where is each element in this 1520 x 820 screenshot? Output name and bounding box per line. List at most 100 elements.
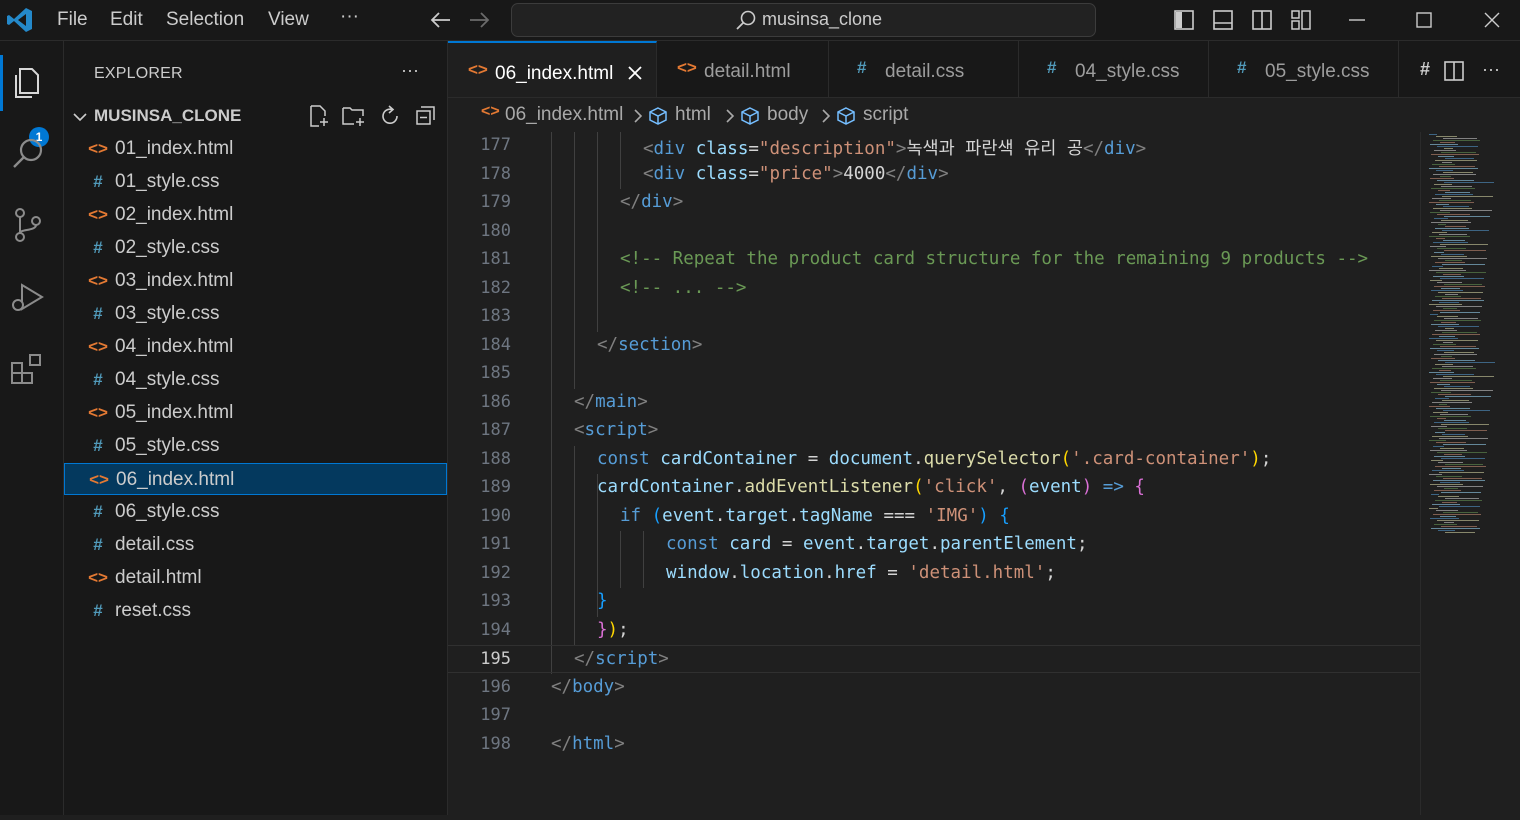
file-item[interactable]: #05_style.css [64, 430, 447, 462]
minimize-icon[interactable] [1347, 10, 1367, 30]
tab-04-style-css[interactable]: #04_style.css [1019, 41, 1209, 97]
code-line[interactable]: 193} [448, 588, 1420, 616]
menu-file[interactable]: File [57, 9, 88, 31]
editor-more-button[interactable]: ··· [1482, 59, 1500, 80]
code-token: parentElement [939, 534, 1077, 554]
code-token: . [733, 477, 745, 497]
file-item[interactable]: # reset.css [64, 595, 447, 627]
collapse-all-icon[interactable] [414, 104, 438, 128]
search-icon[interactable] [8, 133, 48, 173]
code-token: 'IMG' [925, 505, 979, 526]
code-line[interactable]: 192 window.location.href = 'detail.html'; [448, 560, 1420, 588]
explorer-sidebar: EXPLORER ··· MUSINSA_CLONE <> 01_index.ht… [64, 41, 448, 815]
minimap-line [1429, 270, 1466, 271]
file-item[interactable]: #06_style.css [64, 496, 447, 528]
code-line[interactable]: 197 [448, 702, 1420, 730]
code-line[interactable]: 179 </div> [448, 189, 1420, 217]
new-folder-icon[interactable] [341, 104, 367, 128]
customize-layout-icon[interactable] [1290, 9, 1312, 31]
code-line[interactable]: 178 <div class="price">4000</div> [448, 161, 1420, 189]
code-line[interactable]: 196 </body> [448, 674, 1420, 702]
close-tab-icon[interactable] [626, 64, 644, 82]
code-line[interactable]: 191 const card = event.target.parentEleme… [448, 531, 1420, 559]
breadcrumb-item[interactable]: html [675, 104, 711, 126]
file-item[interactable]: <> 04_index.html [64, 331, 447, 363]
project-folder-name[interactable]: MUSINSA_CLONE [94, 106, 241, 126]
minimap-line [1444, 522, 1454, 523]
tab-detail-html[interactable]: <> detail.html [657, 41, 829, 97]
tab-detail-css[interactable]: # detail.css [829, 41, 1019, 97]
tab-06-index-html[interactable]: <> 06_index.html [448, 41, 657, 97]
toggle-secondary-sidebar-icon[interactable] [1251, 9, 1273, 31]
code-line[interactable]: 181 <!-- Repeat the product card structur… [448, 246, 1420, 274]
code-token: </ [597, 334, 619, 355]
menu-selection[interactable]: Selection [166, 9, 244, 31]
run-debug-icon[interactable] [8, 277, 48, 317]
forward-arrow-icon[interactable] [468, 10, 492, 30]
file-item[interactable]: #03_style.css [64, 298, 447, 330]
source-control-icon[interactable] [8, 205, 48, 245]
file-item[interactable]: #04_style.css [64, 364, 447, 396]
menu-more[interactable]: ··· [340, 6, 359, 28]
chevron-down-icon[interactable] [72, 109, 88, 125]
minimap-line [1430, 178, 1454, 179]
code-line[interactable]: 182 <!-- ... --> [448, 275, 1420, 303]
code-line[interactable]: 194}); [448, 617, 1420, 645]
refresh-icon[interactable] [378, 104, 402, 128]
file-item[interactable]: <> 01_index.html [64, 133, 447, 165]
toggle-panel-icon[interactable] [1212, 9, 1234, 31]
maximize-icon[interactable] [1414, 10, 1434, 30]
file-label: 01_index.html [115, 138, 234, 159]
overflow-tab-icon[interactable]: # [1420, 59, 1430, 80]
file-item[interactable]: <> 06_index.html [64, 463, 447, 495]
toggle-primary-sidebar-icon[interactable] [1173, 9, 1195, 31]
code-line[interactable]: 184 </section> [448, 332, 1420, 360]
file-item[interactable]: <> 05_index.html [64, 397, 447, 429]
code-line[interactable]: 190 if (event.target.tagName === 'IMG') { [448, 503, 1420, 531]
file-item[interactable]: <> 03_index.html [64, 265, 447, 297]
extensions-icon[interactable] [8, 349, 48, 389]
menu-view[interactable]: View [268, 9, 309, 31]
minimap-line [1437, 180, 1474, 181]
back-arrow-icon[interactable] [428, 10, 452, 30]
explorer-more-button[interactable]: ··· [401, 60, 419, 81]
minimap-line [1442, 502, 1457, 503]
minimap-line [1437, 520, 1479, 521]
tab-05-style-css[interactable]: #05_style.css [1209, 41, 1399, 97]
code-token: > [832, 163, 844, 184]
code-token: document [828, 448, 914, 469]
code-text: cardContainer.addEventListener('click', … [597, 477, 1145, 497]
html-file-icon: <> [88, 337, 108, 356]
minimap-line [1436, 408, 1470, 409]
file-item[interactable]: <> 02_index.html [64, 199, 447, 231]
code-line[interactable]: 198 </html> [448, 731, 1420, 759]
code-line[interactable]: 189 cardContainer.addEventListener('click… [448, 474, 1420, 502]
breadcrumb-item[interactable]: body [767, 104, 808, 126]
code-line[interactable]: 185 [448, 360, 1420, 388]
file-item[interactable]: # detail.css [64, 529, 447, 561]
explorer-files-icon[interactable] [8, 63, 48, 103]
breadcrumb-item[interactable]: 06_index.html [505, 104, 623, 126]
menu-edit[interactable]: Edit [110, 9, 143, 31]
minimap-line [1439, 268, 1463, 269]
code-editor[interactable]: 177 <div class="description">녹색과 파란색 유리 공… [448, 132, 1420, 815]
code-line[interactable]: 180 [448, 218, 1420, 246]
code-line[interactable]: 177 <div class="description">녹색과 파란색 유리 공… [448, 132, 1420, 160]
new-file-icon[interactable] [307, 104, 331, 128]
minimap-line [1430, 484, 1463, 485]
file-item[interactable]: #01_style.css [64, 166, 447, 198]
file-item[interactable]: #02_style.css [64, 232, 447, 264]
breadcrumb-item[interactable]: script [863, 104, 908, 126]
code-line[interactable]: 187 <script> [448, 417, 1420, 445]
code-line[interactable]: 183 [448, 303, 1420, 331]
minimap-line [1430, 382, 1475, 383]
split-editor-icon[interactable] [1443, 60, 1465, 82]
close-window-icon[interactable] [1482, 10, 1502, 30]
file-item[interactable]: <> detail.html [64, 562, 447, 594]
code-line[interactable]: 195 </script> [448, 645, 1420, 673]
minimap[interactable] [1420, 132, 1520, 815]
line-number: 190 [480, 505, 511, 526]
code-line[interactable]: 188 const cardContainer = document.queryS… [448, 446, 1420, 474]
code-line[interactable]: 186 </main> [448, 389, 1420, 417]
code-token: , [997, 477, 1019, 497]
